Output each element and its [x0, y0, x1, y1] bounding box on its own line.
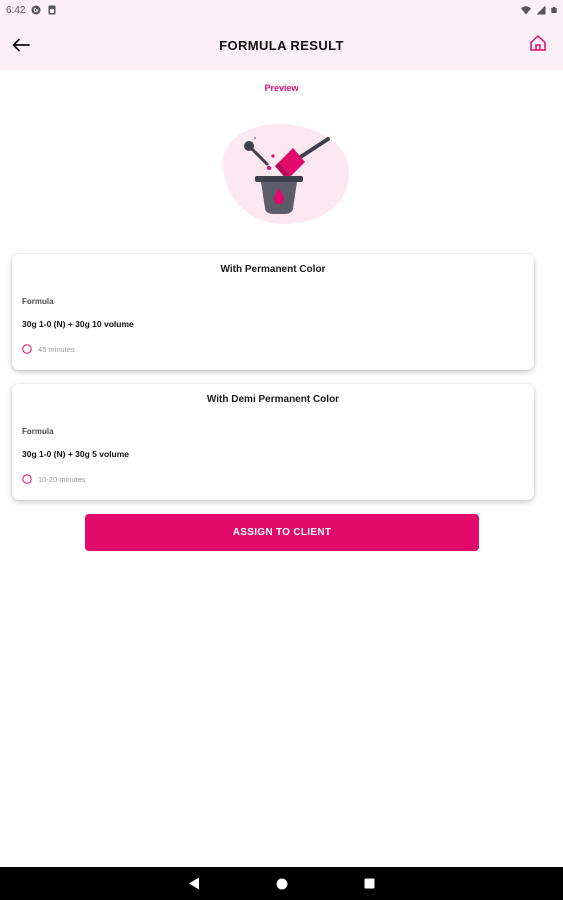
home-button[interactable]: [527, 32, 549, 54]
app-bar: FORMULA RESULT: [0, 20, 563, 70]
formula-card-permanent: With Permanent Color Formula 30g 1-0 (N)…: [12, 254, 534, 370]
processing-time: 10-20 minutes: [22, 474, 86, 484]
hair-color-illustration: [222, 123, 350, 224]
nav-home-icon: [276, 878, 287, 889]
preview-label: Preview: [264, 83, 299, 93]
status-right: [521, 5, 557, 15]
clock-icon: [22, 344, 32, 354]
signal-icon: [536, 5, 546, 15]
g-icon: [31, 5, 41, 15]
assign-to-client-button[interactable]: ASSIGN TO CLIENT: [85, 514, 479, 551]
processing-time: 45 minutes: [22, 344, 75, 354]
sim-icon: [48, 5, 56, 15]
formula-label: Formula: [22, 297, 54, 306]
time-value: 45 minutes: [38, 344, 75, 354]
clock-icon: [22, 474, 32, 484]
home-icon: [530, 35, 546, 51]
formula-label: Formula: [22, 427, 54, 436]
formula-value: 30g 1-0 (N) + 30g 5 volume: [22, 449, 129, 459]
nav-back-button[interactable]: [187, 877, 201, 891]
nav-home-button[interactable]: [275, 877, 289, 891]
back-button[interactable]: [8, 32, 34, 58]
time-value: 10-20 minutes: [38, 474, 86, 484]
screen: 6:42 FORMULA RESULT Preview With Permane…: [0, 0, 563, 900]
card-title: With Permanent Color: [220, 264, 326, 275]
status-bar: 6:42: [0, 0, 563, 20]
status-left: 6:42: [6, 5, 57, 16]
nav-recents-icon: [364, 878, 375, 889]
formula-value: 30g 1-0 (N) + 30g 10 volume: [22, 319, 134, 329]
system-nav-bar: [0, 867, 563, 900]
wifi-icon: [521, 6, 531, 15]
formula-card-demi-permanent: With Demi Permanent Color Formula 30g 1-…: [12, 384, 534, 500]
back-arrow-icon: [12, 38, 30, 52]
page-title: FORMULA RESULT: [219, 37, 344, 53]
card-title: With Demi Permanent Color: [206, 394, 340, 405]
status-time: 6:42: [6, 4, 26, 16]
battery-icon: [551, 7, 557, 13]
nav-recents-button[interactable]: [363, 877, 377, 891]
nav-back-icon: [188, 877, 199, 890]
